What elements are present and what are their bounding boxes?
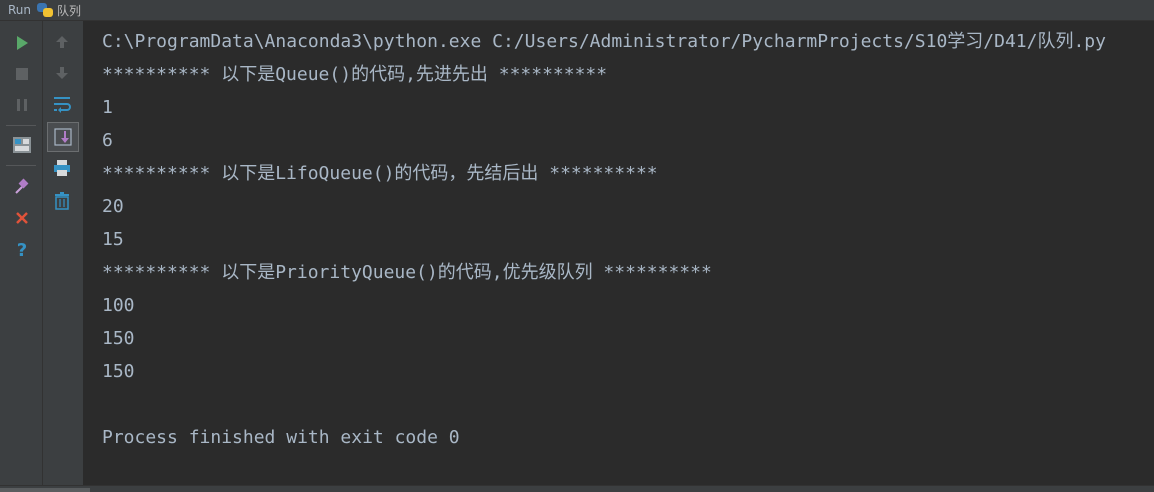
console-line-command: C:\ProgramData\Anaconda3\python.exe C:/U…: [102, 31, 1106, 52]
console-line: 20: [102, 196, 124, 217]
pause-icon[interactable]: [10, 93, 34, 117]
run-toolbar-left: ?: [0, 21, 43, 485]
run-toolbar-right: [43, 21, 84, 485]
soft-wrap-icon[interactable]: [50, 92, 74, 116]
pin-icon[interactable]: [10, 174, 34, 198]
up-arrow-icon[interactable]: [50, 30, 74, 54]
console-line: 15: [102, 229, 124, 250]
python-icon: [37, 3, 54, 17]
console-line-exit: Process finished with exit code 0: [102, 427, 460, 448]
down-arrow-icon[interactable]: [50, 61, 74, 85]
run-label: Run: [8, 3, 32, 17]
console-line: 150: [102, 361, 135, 382]
help-icon[interactable]: ?: [10, 238, 34, 262]
close-icon[interactable]: [10, 206, 34, 230]
scroll-to-end-icon[interactable]: [47, 122, 79, 152]
console-line: 1: [102, 97, 113, 118]
console-line: ********** 以下是LifoQueue()的代码，先结后出 ******…: [102, 163, 658, 184]
trash-icon[interactable]: [50, 189, 74, 213]
console-line: 150: [102, 328, 135, 349]
console-line: 100: [102, 295, 135, 316]
print-icon[interactable]: [50, 156, 74, 180]
horizontal-scrollbar[interactable]: [0, 485, 1154, 492]
console-output[interactable]: C:\ProgramData\Anaconda3\python.exe C:/U…: [84, 21, 1154, 485]
run-window: Run 队列 ? C:\ProgramData\Anaconda3\python…: [0, 0, 1154, 492]
run-config-tab[interactable]: 队列: [57, 2, 81, 19]
console-line: 6: [102, 130, 113, 151]
stop-icon[interactable]: [10, 62, 34, 86]
run-icon[interactable]: [10, 31, 34, 55]
layout-icon[interactable]: [10, 133, 34, 157]
console-line: ********** 以下是PriorityQueue()的代码,优先级队列 *…: [102, 262, 712, 283]
scrollbar-thumb[interactable]: [0, 488, 90, 492]
run-tool-window-header: Run 队列: [0, 0, 1154, 21]
console-line: ********** 以下是Queue()的代码,先进先出 **********: [102, 64, 608, 85]
